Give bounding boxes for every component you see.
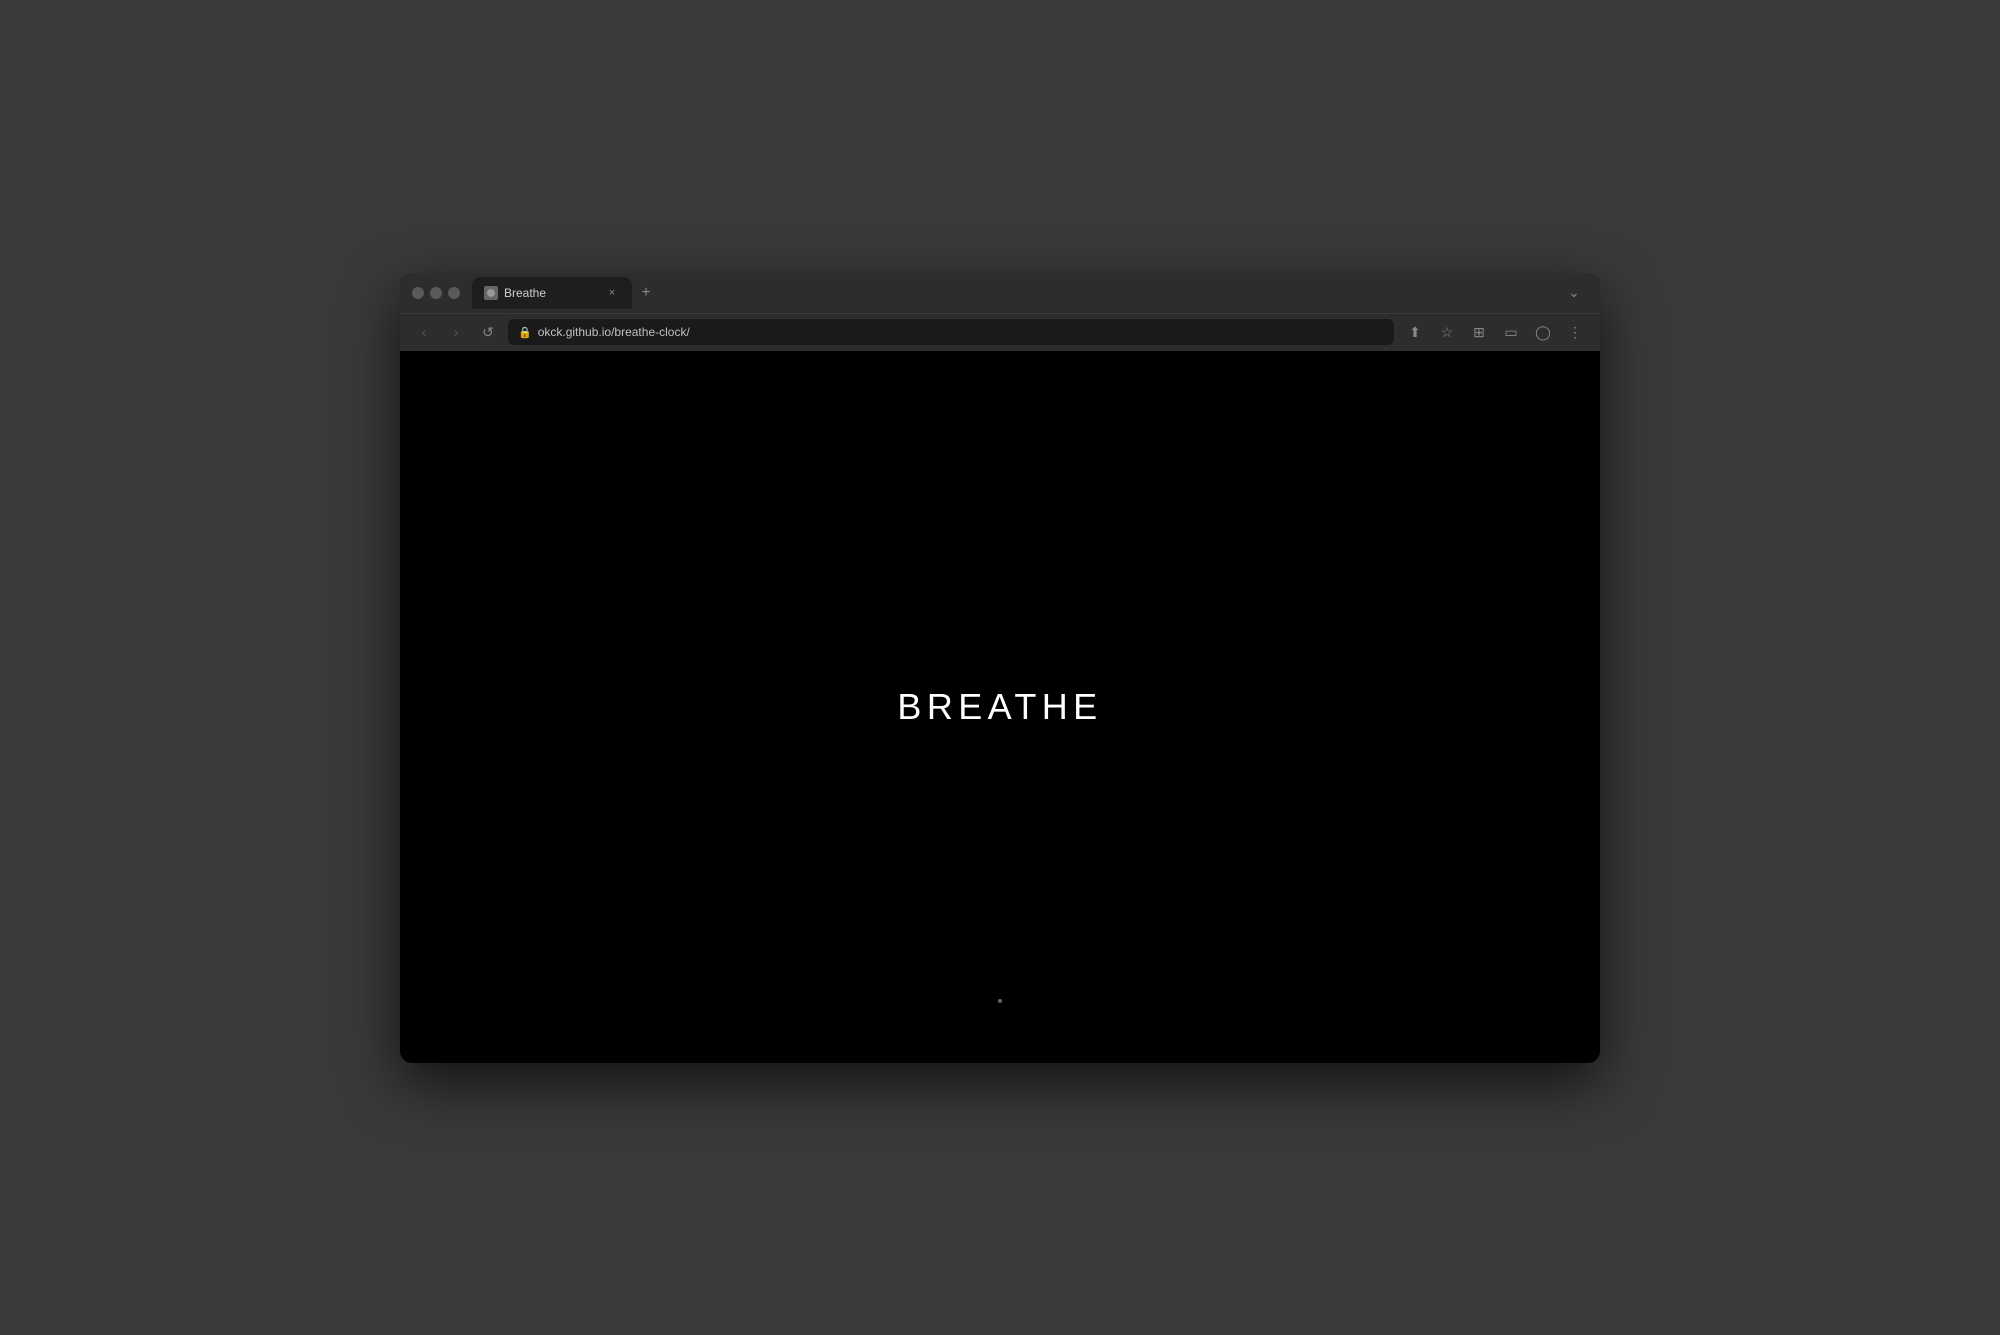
bookmarks-button[interactable]: ⊞	[1466, 319, 1492, 345]
minimize-button[interactable]	[430, 287, 442, 299]
share-button[interactable]: ⬆	[1402, 319, 1428, 345]
profile-button[interactable]: ◯	[1530, 319, 1556, 345]
back-button[interactable]: ‹	[412, 320, 436, 344]
share-icon: ⬆	[1409, 324, 1421, 341]
menu-icon: ⋮	[1568, 324, 1582, 341]
reload-button[interactable]: ↺	[476, 320, 500, 344]
forward-icon: ›	[454, 324, 459, 340]
url-bar[interactable]: 🔒 okck.github.io/breathe-clock/	[508, 319, 1394, 345]
traffic-lights	[412, 287, 460, 299]
web-content[interactable]: BREATHE	[400, 351, 1600, 1063]
menu-button[interactable]: ⋮	[1562, 319, 1588, 345]
close-button[interactable]	[412, 287, 424, 299]
dot-indicator	[998, 999, 1002, 1003]
maximize-button[interactable]	[448, 287, 460, 299]
reload-icon: ↺	[482, 324, 494, 341]
title-bar: Breathe × + ⌄	[400, 273, 1600, 313]
toolbar-icons: ⬆ ☆ ⊞ ▭ ◯ ⋮	[1402, 319, 1588, 345]
bookmarks-icon: ⊞	[1473, 324, 1485, 341]
tab-favicon-icon	[484, 286, 498, 300]
tab-label: Breathe	[504, 286, 598, 300]
new-tab-button[interactable]: +	[632, 279, 660, 307]
breathe-text: BREATHE	[897, 686, 1102, 728]
bookmark-button[interactable]: ☆	[1434, 319, 1460, 345]
active-tab[interactable]: Breathe ×	[472, 277, 632, 309]
forward-button[interactable]: ›	[444, 320, 468, 344]
address-bar: ‹ › ↺ 🔒 okck.github.io/breathe-clock/ ⬆ …	[400, 313, 1600, 351]
tab-dropdown-button[interactable]: ⌄	[1560, 279, 1588, 307]
browser-window: Breathe × + ⌄ ‹ › ↺ 🔒 okck.github.io/bre…	[400, 273, 1600, 1063]
sidebar-icon: ▭	[1504, 324, 1517, 341]
profile-icon: ◯	[1535, 324, 1551, 341]
tab-close-button[interactable]: ×	[604, 285, 620, 301]
bookmark-icon: ☆	[1441, 324, 1454, 341]
lock-icon: 🔒	[518, 326, 532, 339]
sidebar-button[interactable]: ▭	[1498, 319, 1524, 345]
url-text: okck.github.io/breathe-clock/	[538, 325, 1384, 339]
tab-bar: Breathe × + ⌄	[472, 277, 1588, 309]
back-icon: ‹	[422, 324, 427, 340]
